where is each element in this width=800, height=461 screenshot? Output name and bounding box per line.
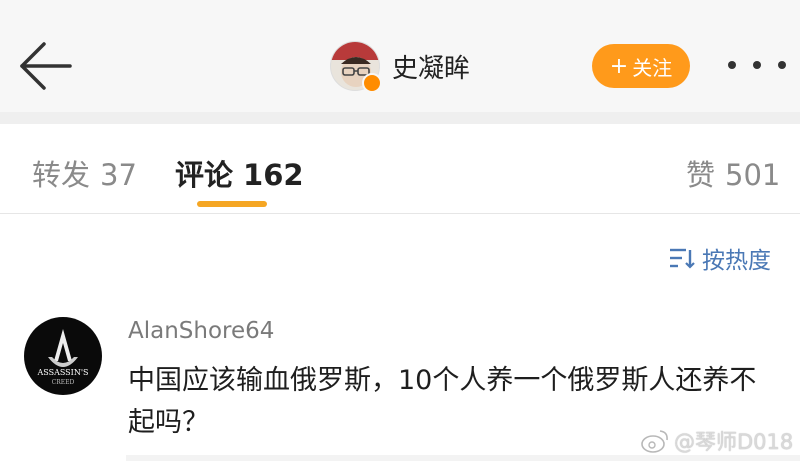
section-divider: [0, 112, 800, 124]
tab-label: 赞: [686, 158, 716, 192]
plus-icon: +: [609, 53, 629, 79]
sort-label: 按热度: [702, 248, 771, 274]
tab-count: 501: [725, 158, 781, 192]
tab-reposts[interactable]: 转发 37: [32, 152, 137, 194]
divider: [0, 213, 800, 214]
top-bar: 史凝眸 + 关注: [0, 0, 800, 112]
verified-badge-icon: [362, 73, 382, 93]
watermark-text: @琴师D018: [674, 430, 794, 454]
profile-name: 史凝眸: [392, 53, 471, 84]
profile-header[interactable]: 史凝眸: [330, 40, 471, 93]
commenter-avatar[interactable]: ASSASSIN'S CREED: [24, 317, 102, 395]
avatar[interactable]: [330, 41, 382, 93]
follow-button[interactable]: + 关注: [592, 44, 690, 88]
sort-icon: [670, 248, 695, 269]
watermark: @琴师D018: [640, 426, 793, 456]
more-dot-icon: [753, 61, 761, 69]
more-options-button[interactable]: [728, 50, 786, 80]
tab-comments[interactable]: 评论 162: [175, 152, 304, 194]
avatar-logo-text: CREED: [52, 379, 75, 386]
tab-label: 转发: [32, 158, 91, 192]
tab-likes[interactable]: 赞 501: [686, 152, 780, 194]
active-tab-indicator: [197, 201, 267, 207]
more-dot-icon: [778, 61, 786, 69]
arrow-left-icon: [20, 42, 72, 90]
tab-count: 37: [100, 158, 137, 192]
more-dot-icon: [728, 61, 736, 69]
avatar-logo-text: ASSASSIN'S: [36, 368, 88, 377]
weibo-logo-icon: [641, 430, 668, 453]
sort-button[interactable]: 按热度: [668, 242, 771, 274]
tab-count: 162: [243, 158, 304, 192]
follow-label: 关注: [632, 55, 673, 80]
back-button[interactable]: [14, 38, 76, 94]
comment-username[interactable]: AlanShore64: [128, 318, 274, 344]
tab-label: 评论: [175, 158, 234, 192]
tab-bar: 转发 37 评论 162 赞 501: [0, 124, 800, 214]
